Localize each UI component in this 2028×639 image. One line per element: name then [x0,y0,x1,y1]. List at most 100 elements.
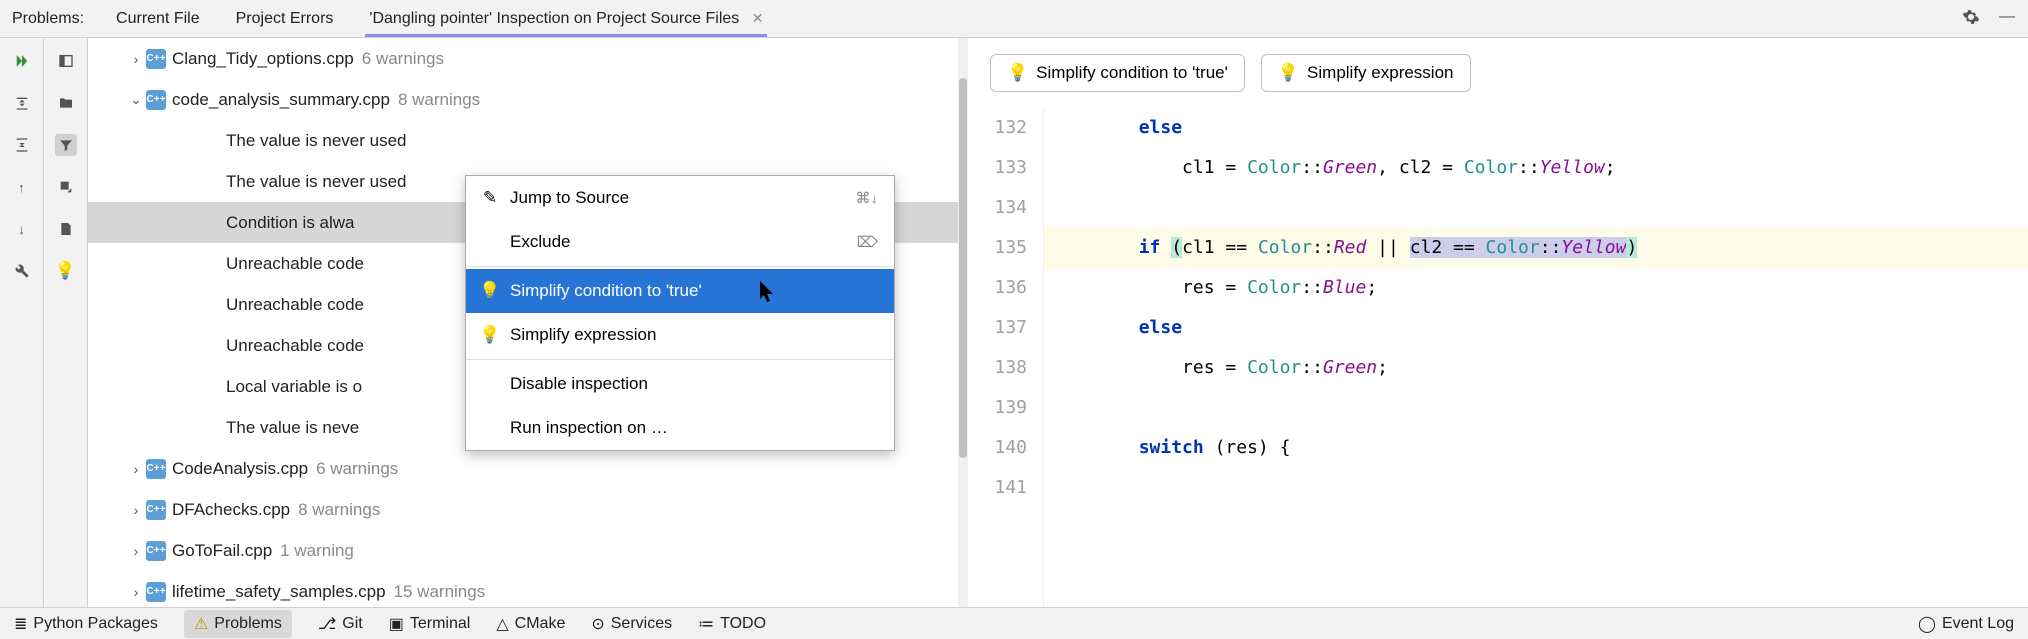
file-row[interactable]: › C++ GoToFail.cpp 1 warning [88,530,968,571]
line-number: 139 [968,388,1027,428]
layout-icon[interactable] [55,50,77,72]
code-lines[interactable]: else cl1 = Color::Green, cl2 = Color::Ye… [1044,108,2028,610]
chevron-right-icon[interactable]: › [128,51,144,67]
ctx-simplify-true[interactable]: 💡 Simplify condition to 'true' [466,269,894,313]
warning-count: 1 warning [280,541,354,561]
minimize-icon[interactable]: — [1996,6,2018,28]
down-arrow-icon[interactable]: ↓ [11,218,33,240]
stack-icon: ≣ [14,614,27,634]
code-line [1044,388,2028,428]
problem-text: Local variable is o [196,377,362,397]
run-icon[interactable] [11,50,33,72]
line-number: 133 [968,148,1027,188]
file-row[interactable]: › C++ CodeAnalysis.cpp 6 warnings [88,448,968,489]
line-number: 138 [968,348,1027,388]
services-icon: ⊙ [591,614,604,634]
ctx-label: Simplify condition to 'true' [510,281,702,301]
quickfix-simplify-expr-button[interactable]: 💡 Simplify expression [1261,54,1471,92]
autoscroll-icon[interactable] [55,176,77,198]
chevron-right-icon[interactable]: › [128,584,144,600]
separator [466,266,894,267]
ctx-jump-to-source[interactable]: ✎ Jump to Source ⌘↓ [466,176,894,220]
ctx-run-inspection[interactable]: Run inspection on … [466,406,894,450]
problem-text: The value is never used [196,131,407,151]
warning-count: 6 warnings [316,459,398,479]
file-row[interactable]: ⌄ C++ code_analysis_summary.cpp 8 warnin… [88,79,968,120]
file-row[interactable]: › C++ DFAchecks.cpp 8 warnings [88,489,968,530]
code-line: cl1 = Color::Green, cl2 = Color::Yellow; [1044,148,2028,188]
file-row[interactable]: › C++ lifetime_safety_samples.cpp 15 war… [88,571,968,612]
file-name: lifetime_safety_samples.cpp [172,582,386,602]
terminal-icon: ▣ [389,614,404,634]
gear-icon[interactable] [1960,6,1982,28]
problem-text: Condition is alwa [196,213,355,233]
chevron-down-icon[interactable]: ⌄ [128,91,144,108]
ctx-label: Jump to Source [510,188,629,208]
problem-text: Unreachable code [196,295,364,315]
tab-project-errors[interactable]: Project Errors [232,2,338,36]
sb-problems[interactable]: ⚠Problems [184,610,292,638]
line-number: 132 [968,108,1027,148]
up-arrow-icon[interactable]: ↑ [11,176,33,198]
ctx-simplify-expr[interactable]: 💡 Simplify expression [466,313,894,357]
delete-icon: ⌦ [857,233,878,251]
mouse-cursor-icon [760,281,778,311]
problem-text: The value is never used [196,172,407,192]
log-icon: ◯ [1918,614,1936,634]
collapse-all-icon[interactable] [11,134,33,156]
code-line: switch (res) { [1044,428,2028,468]
tab-dangling-pointer[interactable]: 'Dangling pointer' Inspection on Project… [365,2,767,36]
bulb-icon: 💡 [1278,63,1299,83]
sb-event-log[interactable]: ◯Event Log [1918,614,2014,634]
line-number: 135 [968,228,1027,268]
toolbar-left-2: 💡 [44,38,88,628]
sb-python-packages[interactable]: ≣Python Packages [14,614,158,634]
sb-cmake[interactable]: △CMake [496,614,565,634]
ctx-exclude[interactable]: Exclude ⌦ [466,220,894,264]
branch-icon: ⎇ [318,614,336,634]
ctx-label: Disable inspection [510,374,648,394]
export-icon[interactable] [55,218,77,240]
cpp-file-icon: C++ [146,500,166,520]
cpp-file-icon: C++ [146,582,166,602]
tab-current-file[interactable]: Current File [112,2,204,36]
problem-item[interactable]: The value is never used [88,120,968,161]
chevron-right-icon[interactable]: › [128,543,144,559]
file-name: GoToFail.cpp [172,541,272,561]
cpp-file-icon: C++ [146,541,166,561]
chevron-right-icon[interactable]: › [128,461,144,477]
sb-todo[interactable]: ≔TODO [698,614,766,634]
line-number: 137 [968,308,1027,348]
code-preview-panel: 💡 Simplify condition to 'true' 💡 Simplify … [968,38,2028,628]
tab-label: 'Dangling pointer' Inspection on Project… [369,10,739,27]
warning-count: 6 warnings [362,49,444,69]
problem-text: Unreachable code [196,336,364,356]
wrench-icon[interactable] [11,260,33,282]
ctx-label: Exclude [510,232,570,252]
folder-icon[interactable] [55,92,77,114]
file-name: CodeAnalysis.cpp [172,459,308,479]
sb-services[interactable]: ⊙Services [591,614,672,634]
status-bar: ≣Python Packages ⚠Problems ⎇Git ▣Termina… [0,607,2028,639]
cpp-file-icon: C++ [146,49,166,69]
chevron-right-icon[interactable]: › [128,502,144,518]
sb-terminal[interactable]: ▣Terminal [389,614,471,634]
problem-text: Unreachable code [196,254,364,274]
filter-icon[interactable] [55,134,77,156]
btn-label: Simplify expression [1307,63,1453,83]
bulb-icon: 💡 [1007,63,1028,83]
ctx-label: Run inspection on … [510,418,668,438]
code-line: res = Color::Blue; [1044,268,2028,308]
bulb-icon[interactable]: 💡 [55,260,77,282]
close-icon[interactable]: ✕ [752,10,764,26]
sb-git[interactable]: ⎇Git [318,614,363,634]
vertical-scrollbar[interactable] [958,38,968,628]
problems-label: Problems: [12,10,84,28]
expand-all-icon[interactable] [11,92,33,114]
btn-label: Simplify condition to 'true' [1036,63,1228,83]
file-name: Clang_Tidy_options.cpp [172,49,354,69]
cpp-file-icon: C++ [146,459,166,479]
file-row[interactable]: › C++ Clang_Tidy_options.cpp 6 warnings [88,38,968,79]
ctx-disable-inspection[interactable]: Disable inspection [466,362,894,406]
quickfix-simplify-true-button[interactable]: 💡 Simplify condition to 'true' [990,54,1245,92]
